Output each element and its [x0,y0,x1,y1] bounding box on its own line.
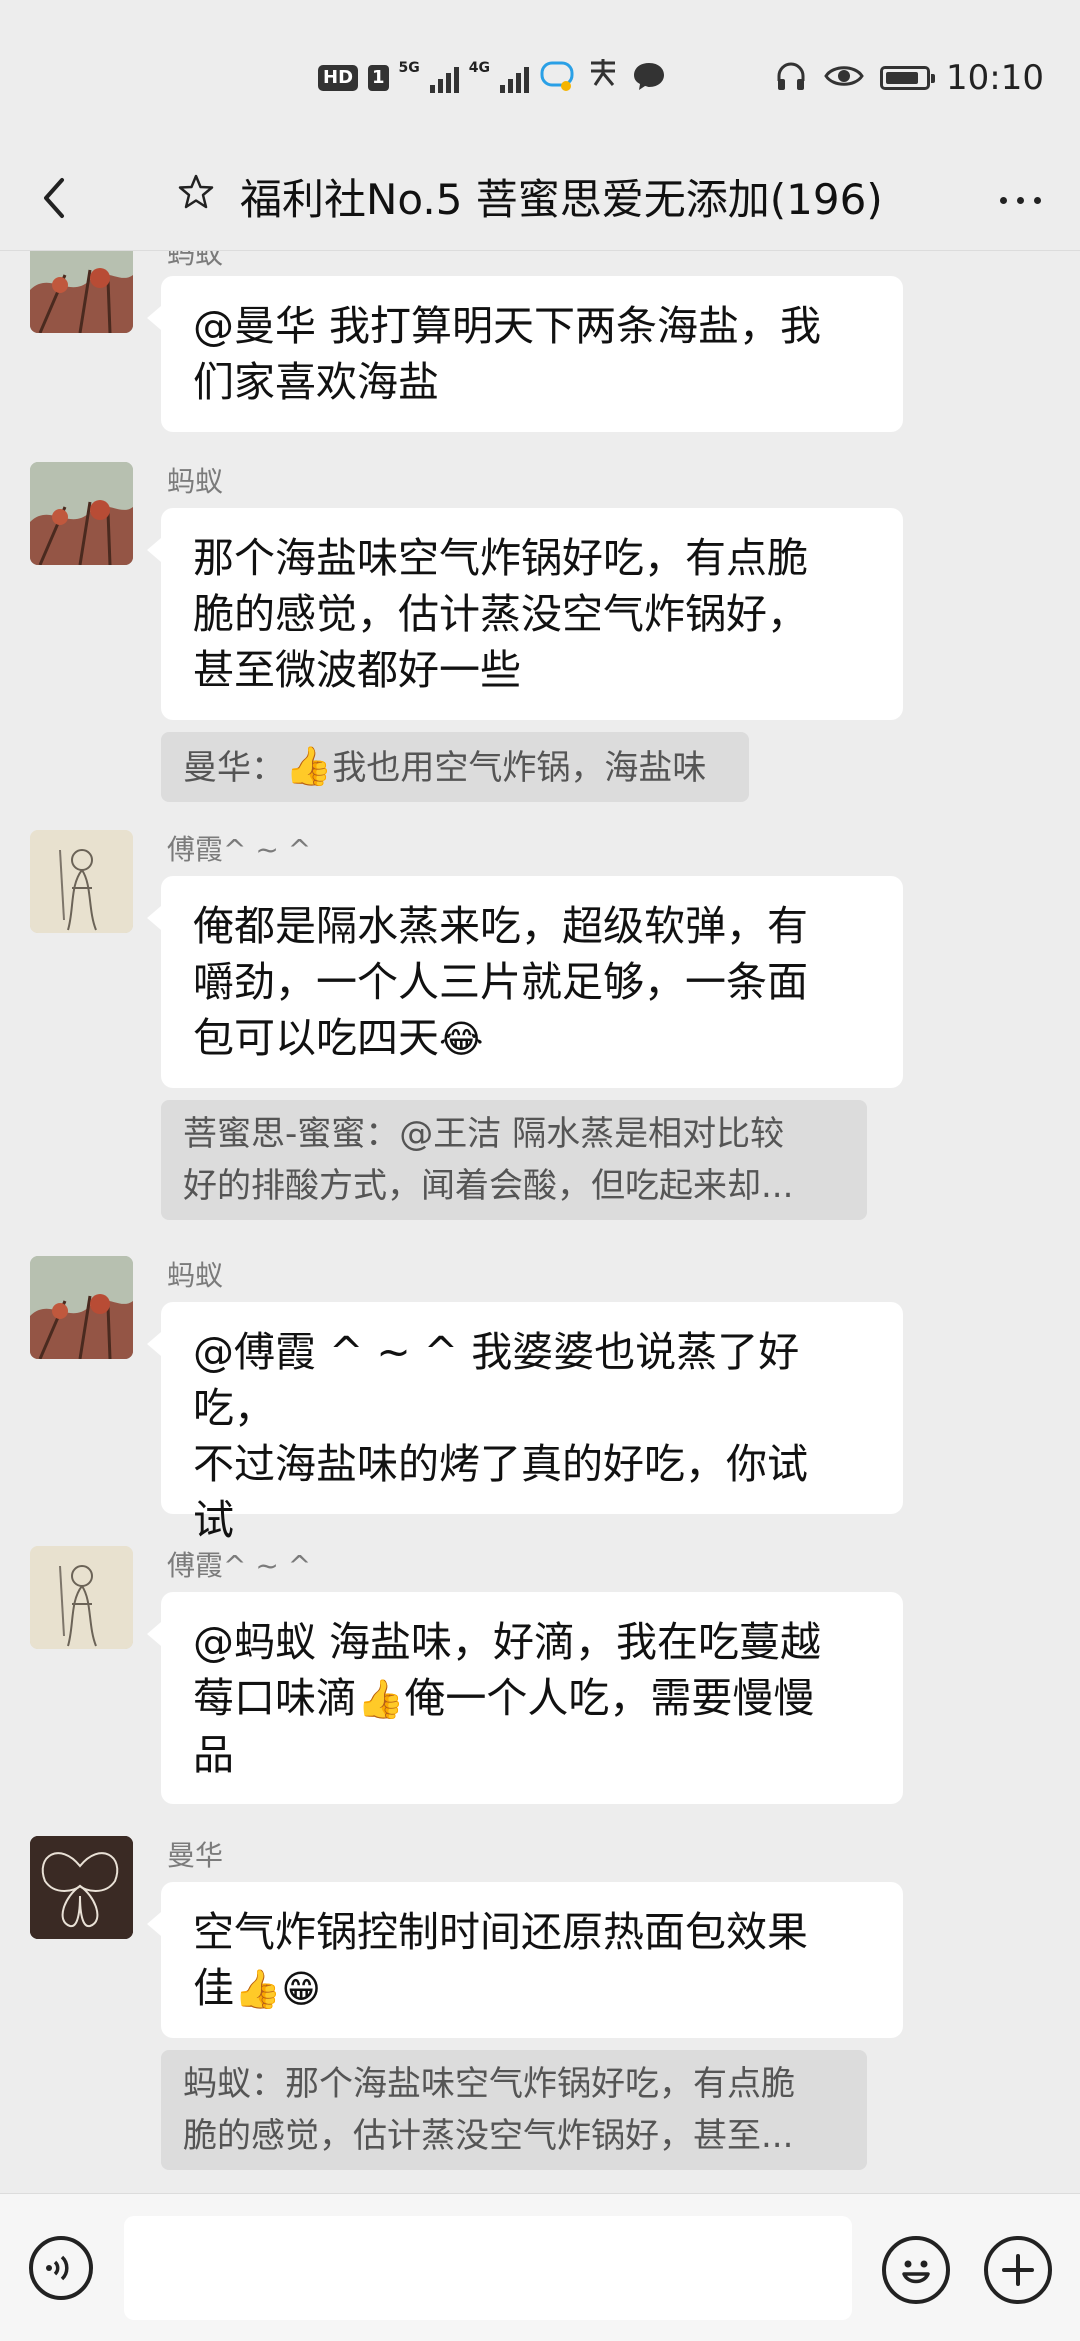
message-line: 包可以吃四天 [193,1014,439,1062]
thumbs-up-icon: 👍 [357,1677,405,1721]
status-bar-left: HD 1 5G 4G [318,56,667,100]
quote-prefix: 曼华： [183,748,285,788]
chat-header: 福利社No.5 菩蜜思爱无添加(196) [0,150,1080,251]
quote-text: 我也用空气炸锅，海盐味 [332,748,707,788]
message-bubble[interactable]: @傅霞 ^ ~ ^ 我婆婆也说蒸了好吃， 不过海盐味的烤了真的好吃，你试 试 [147,1302,903,1544]
message-line: 脆的感觉，估计蒸没空气炸锅好， [193,590,808,638]
message-line: 俺一个人吃，需要慢慢 [404,1674,815,1722]
message-line: 俺都是隔水蒸来吃，超级软弹，有 [193,902,808,950]
avatar[interactable] [30,462,133,565]
status-bar: HD 1 5G 4G 10:10 [0,0,1080,150]
app-notification-icon [539,58,575,98]
star-icon[interactable] [176,172,216,221]
message-list[interactable]: 蚂蚁 @曼华 我打算明天下两条海盐，我 们家喜欢海盐 蚂蚁 那个海盐味空气炸锅好… [0,250,1080,2193]
message-bubble[interactable]: @蚂蚁 海盐味，好滴，我在吃蔓越 莓口味滴👍俺一个人吃，需要慢慢 品 [147,1592,903,1804]
quote-line: 菩蜜思-蜜蜜：@王洁 隔水蒸是相对比较 [183,1114,785,1154]
plus-icon[interactable] [984,2236,1052,2304]
status-bar-right: 10:10 [774,56,1044,100]
laughing-emoji-icon: 😂 [439,1017,484,1061]
signal-icon [429,63,459,93]
avatar[interactable] [30,1256,133,1359]
quote-line: 脆的感觉，估计蒸没空气炸锅好，甚至... [183,2116,794,2156]
message-input[interactable] [124,2216,852,2320]
alipay-icon [585,55,621,102]
avatar[interactable] [30,1836,133,1939]
eye-icon [824,59,864,97]
chat-title: 福利社No.5 菩蜜思爱无添加(196) [240,175,883,224]
avatar[interactable] [30,1546,133,1649]
message-line: 试 [193,1496,234,1544]
message-line: @傅霞 ^ ~ ^ 我婆婆也说蒸了好吃， [193,1328,800,1432]
message-line: 佳 [193,1964,234,2012]
message-bubble[interactable]: @曼华 我打算明天下两条海盐，我 们家喜欢海盐 [147,276,903,432]
chevron-left-icon[interactable] [26,168,86,228]
message-line: @蚂蚁 海盐味，好滴，我在吃蔓越 [193,1618,822,1666]
message-line: 空气炸锅控制时间还原热面包效果 [193,1908,808,1956]
message-line: 品 [193,1731,234,1779]
message-icon [631,58,667,98]
input-bar [0,2193,1080,2341]
message-line: 莓口味滴 [193,1674,357,1722]
hd-badge: HD [318,65,359,91]
headphones-icon [774,59,808,97]
quoted-reply[interactable]: 菩蜜思-蜜蜜：@王洁 隔水蒸是相对比较 好的排酸方式，闻着会酸，但吃起来却... [161,1100,867,1220]
network-4g-label: 4G [468,60,491,76]
more-dots-icon[interactable] [990,180,1050,220]
sender-name: 蚂蚁 [167,1259,224,1292]
message-line: 那个海盐味空气炸锅好吃，有点脆 [193,534,808,582]
sender-name: 蚂蚁 [167,465,224,498]
avatar[interactable] [30,830,133,933]
message-line: 不过海盐味的烤了真的好吃，你试 [193,1440,808,1488]
quoted-reply[interactable]: 蚂蚁：那个海盐味空气炸锅好吃，有点脆 脆的感觉，估计蒸没空气炸锅好，甚至... [161,2050,867,2170]
signal-icon-2 [500,63,530,93]
emoji-icon[interactable] [882,2236,950,2304]
message-bubble[interactable]: 那个海盐味空气炸锅好吃，有点脆 脆的感觉，估计蒸没空气炸锅好， 甚至微波都好一些 [147,508,903,720]
quote-line: 好的排酸方式，闻着会酸，但吃起来却... [183,1166,794,1206]
voice-icon[interactable] [29,2236,93,2300]
sim-badge: 1 [368,65,389,91]
battery-icon [880,66,936,90]
thumbs-up-grin-emoji-icon: 👍😁 [234,1967,321,2011]
message-line: 甚至微波都好一些 [193,646,521,694]
quoted-reply[interactable]: 曼华：👍我也用空气炸锅，海盐味 [161,732,749,802]
thumbs-up-icon: 👍 [285,744,333,788]
message-bubble[interactable]: 空气炸锅控制时间还原热面包效果 佳👍😁 [147,1882,903,2038]
quote-line: 蚂蚁：那个海盐味空气炸锅好吃，有点脆 [183,2064,795,2104]
sender-name: 傅霞^ ~ ^ [167,833,312,866]
network-5g-label: 5G [398,60,420,76]
sender-name: 傅霞^ ~ ^ [167,1549,312,1582]
message-bubble[interactable]: 俺都是隔水蒸来吃，超级软弹，有 嚼劲，一个人三片就足够，一条面 包可以吃四天😂 [147,876,903,1088]
message-line: @曼华 我打算明天下两条海盐，我 [193,302,822,350]
message-line: 们家喜欢海盐 [193,358,439,406]
clock: 10:10 [946,58,1044,98]
sender-name: 蚂蚁 [167,250,224,270]
avatar[interactable] [30,250,133,333]
message-line: 嚼劲，一个人三片就足够，一条面 [193,958,808,1006]
sender-name: 曼华 [167,1839,224,1872]
